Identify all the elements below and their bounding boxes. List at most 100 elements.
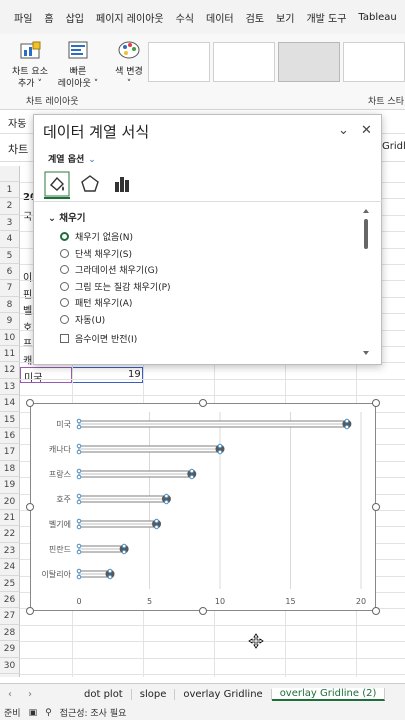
row-header[interactable]: 22: [0, 526, 20, 543]
menu-tab-7[interactable]: 보기: [270, 10, 300, 25]
row-header[interactable]: 23: [0, 542, 20, 560]
resize-handle-bm[interactable]: [199, 607, 207, 615]
fill-option-5[interactable]: 자동(U): [60, 313, 105, 326]
menu-tab-8[interactable]: 개발 도구: [300, 10, 352, 25]
add-chart-element-button[interactable]: 차트 요소 추가 ˅: [6, 40, 54, 90]
fill-radio-0[interactable]: [60, 232, 69, 241]
effects-pentagon-icon[interactable]: [80, 174, 100, 194]
menu-tab-3[interactable]: 페이지 레이아웃: [90, 10, 170, 25]
cell-a7[interactable]: 호: [23, 319, 32, 334]
menu-tab-0[interactable]: 파일: [8, 10, 38, 25]
row-header[interactable]: 10: [0, 329, 20, 346]
row-header[interactable]: 25: [0, 575, 20, 592]
chart-style-3[interactable]: [278, 42, 340, 82]
fill-option-1[interactable]: 단색 채우기(S): [60, 247, 132, 260]
cell-a6[interactable]: 벨: [23, 302, 32, 317]
fill-radio-1[interactable]: [60, 248, 69, 258]
invert-if-negative-option[interactable]: 음수이면 반전(I): [60, 332, 137, 345]
fill-option-3[interactable]: 그림 또는 질감 채우기(P): [60, 280, 171, 293]
row-header[interactable]: 24: [0, 559, 20, 576]
pane-title: 데이터 계열 서식: [43, 123, 150, 141]
prev-sheet-icon[interactable]: ‹: [0, 689, 20, 700]
sheet-tab-0[interactable]: dot plot: [76, 689, 132, 700]
pane-options-chevron-icon[interactable]: ⌄: [338, 123, 349, 138]
fill-section-header[interactable]: ⌄ 채우기: [48, 210, 86, 224]
resize-handle-tm[interactable]: [199, 399, 207, 407]
resize-handle-ml[interactable]: [26, 503, 34, 511]
chart-style-1[interactable]: [148, 42, 210, 82]
row-header[interactable]: 12: [0, 362, 20, 379]
row-header[interactable]: 6: [0, 264, 20, 281]
resize-handle-bl[interactable]: [26, 607, 34, 615]
row-header[interactable]: 31: [0, 674, 20, 677]
row-header[interactable]: 4: [0, 231, 20, 248]
menu-tab-1[interactable]: 홈: [38, 10, 59, 25]
next-sheet-icon[interactable]: ›: [20, 689, 40, 700]
row-header[interactable]: 27: [0, 608, 20, 625]
fill-radio-4[interactable]: [60, 298, 69, 307]
row-header[interactable]: 17: [0, 444, 20, 461]
sheet-tab-3[interactable]: overlay Gridline (2): [271, 688, 386, 701]
series-selection-point: [121, 549, 127, 555]
row-header[interactable]: 20: [0, 493, 20, 510]
row-header[interactable]: 3: [0, 214, 20, 232]
row-header[interactable]: 11: [0, 346, 20, 363]
row-header[interactable]: 28: [0, 624, 20, 642]
row-header[interactable]: 5: [0, 247, 20, 264]
fill-radio-2[interactable]: [60, 265, 69, 274]
row-header[interactable]: 7: [0, 280, 20, 297]
fill-option-2[interactable]: 그라데이션 채우기(G): [60, 263, 158, 276]
row-header[interactable]: 26: [0, 592, 20, 609]
format-data-series-pane[interactable]: 데이터 계열 서식 ⌄ ✕ 계열 옵션 ⌄ ⌄ 채우기 채우기 없음(N) 단색 채…: [33, 114, 383, 365]
cell-a10[interactable]: 미국: [24, 369, 42, 384]
fill-radio-3[interactable]: [60, 281, 69, 291]
row-header[interactable]: 1: [0, 182, 20, 199]
row-header[interactable]: 29: [0, 641, 20, 658]
resize-handle-mr[interactable]: [372, 503, 380, 511]
row-header[interactable]: 30: [0, 657, 20, 674]
row-header[interactable]: 21: [0, 510, 20, 527]
menu-tab-4[interactable]: 수식: [170, 10, 200, 25]
name-box[interactable]: 차트: [8, 141, 28, 157]
series-options-dropdown[interactable]: 계열 옵션 ⌄: [48, 152, 96, 165]
row-header[interactable]: 13: [0, 378, 20, 396]
invert-checkbox[interactable]: [60, 334, 69, 343]
chart-style-2[interactable]: [213, 42, 275, 82]
row-header[interactable]: 19: [0, 477, 20, 494]
series-options-bar-icon[interactable]: [112, 174, 132, 194]
pane-scrollbar[interactable]: [361, 207, 371, 357]
row-header[interactable]: [0, 165, 20, 182]
row-header[interactable]: 18: [0, 460, 20, 478]
row-header[interactable]: 15: [0, 411, 20, 428]
dot-plot-chart[interactable]: 0 5 10 15 20 미국 캐나다 프랑스 호주 벨기에 핀란드 이탈리아: [30, 403, 376, 611]
close-icon[interactable]: ✕: [361, 123, 372, 138]
menu-tab-2[interactable]: 삽입: [60, 10, 90, 25]
fill-radio-5[interactable]: [60, 314, 69, 324]
row-header[interactable]: 9: [0, 313, 20, 330]
row-header[interactable]: 8: [0, 296, 20, 314]
change-colors-button[interactable]: 색 변경 ˅: [108, 40, 150, 90]
sheet-tab-1[interactable]: slope: [132, 689, 176, 700]
resize-handle-tr[interactable]: [372, 399, 380, 407]
row-header[interactable]: 16: [0, 428, 20, 445]
sheet-tab-2[interactable]: overlay Gridline: [175, 689, 272, 700]
fill-line-icon[interactable]: [44, 171, 70, 197]
accessibility-status[interactable]: 접근성: 조사 필요: [60, 706, 127, 719]
menu-tab-5[interactable]: 데이터: [200, 10, 240, 25]
quick-layout-button[interactable]: 빠른 레이아웃 ˅: [54, 40, 102, 90]
menu-tab-9[interactable]: Tableau: [352, 12, 402, 23]
fill-option-4[interactable]: 패턴 채우기(A): [60, 296, 132, 309]
menu-tab-6[interactable]: 검토: [240, 10, 270, 25]
row-header[interactable]: 2: [0, 198, 20, 215]
resize-handle-tl[interactable]: [26, 399, 34, 407]
cell-a9[interactable]: 캐: [23, 352, 32, 367]
chart-style-4[interactable]: [343, 42, 405, 82]
cell-a8[interactable]: 프: [23, 335, 32, 350]
fill-option-0[interactable]: 채우기 없음(N): [60, 230, 133, 243]
row-header[interactable]: 14: [0, 395, 20, 412]
cell-a4[interactable]: 이: [23, 269, 32, 284]
formula-text[interactable]: Gridline: [382, 141, 405, 152]
macro-record-icon[interactable]: ▣: [29, 708, 38, 718]
cell-a5[interactable]: 핀: [23, 286, 32, 301]
resize-handle-br[interactable]: [372, 607, 380, 615]
